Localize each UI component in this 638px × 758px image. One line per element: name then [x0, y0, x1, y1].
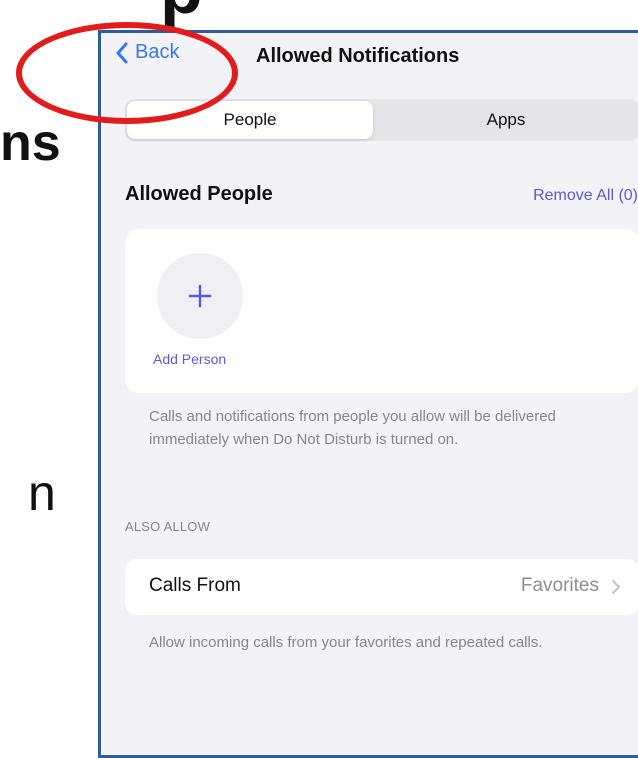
calls-from-row[interactable]: Calls From Favorites — [125, 559, 638, 615]
tab-people[interactable]: People — [127, 101, 373, 139]
background-text-fragment-top: p — [160, 0, 203, 24]
segmented-control: People Apps — [125, 99, 638, 141]
calls-from-label: Calls From — [149, 575, 241, 596]
plus-icon — [188, 284, 212, 308]
add-person-button[interactable] — [157, 253, 243, 339]
page-title: Allowed Notifications — [256, 45, 460, 67]
navigation-bar: Back Allowed Notifications — [101, 33, 638, 83]
allowed-people-card: Add Person — [125, 229, 638, 393]
back-label: Back — [135, 41, 180, 63]
tab-apps[interactable]: Apps — [375, 101, 637, 139]
background-text-fragment-n: n — [28, 465, 56, 521]
calls-from-value: Favorites — [520, 575, 599, 596]
phone-screen: Back Allowed Notifications People Apps A… — [98, 30, 638, 758]
background-text-fragment-ns: ns — [0, 114, 61, 172]
chevron-left-icon — [116, 42, 128, 63]
add-person-label[interactable]: Add Person — [153, 351, 226, 367]
allowed-people-title: Allowed People — [125, 183, 273, 205]
back-button[interactable]: Back — [115, 41, 179, 64]
also-allow-footnote: Allow incoming calls from your favorites… — [149, 634, 543, 651]
remove-all-button[interactable]: Remove All (0) — [533, 187, 638, 205]
chevron-right-icon — [612, 580, 620, 594]
also-allow-header: ALSO ALLOW — [125, 519, 211, 534]
allowed-people-footnote: Calls and notifications from people you … — [149, 408, 556, 448]
